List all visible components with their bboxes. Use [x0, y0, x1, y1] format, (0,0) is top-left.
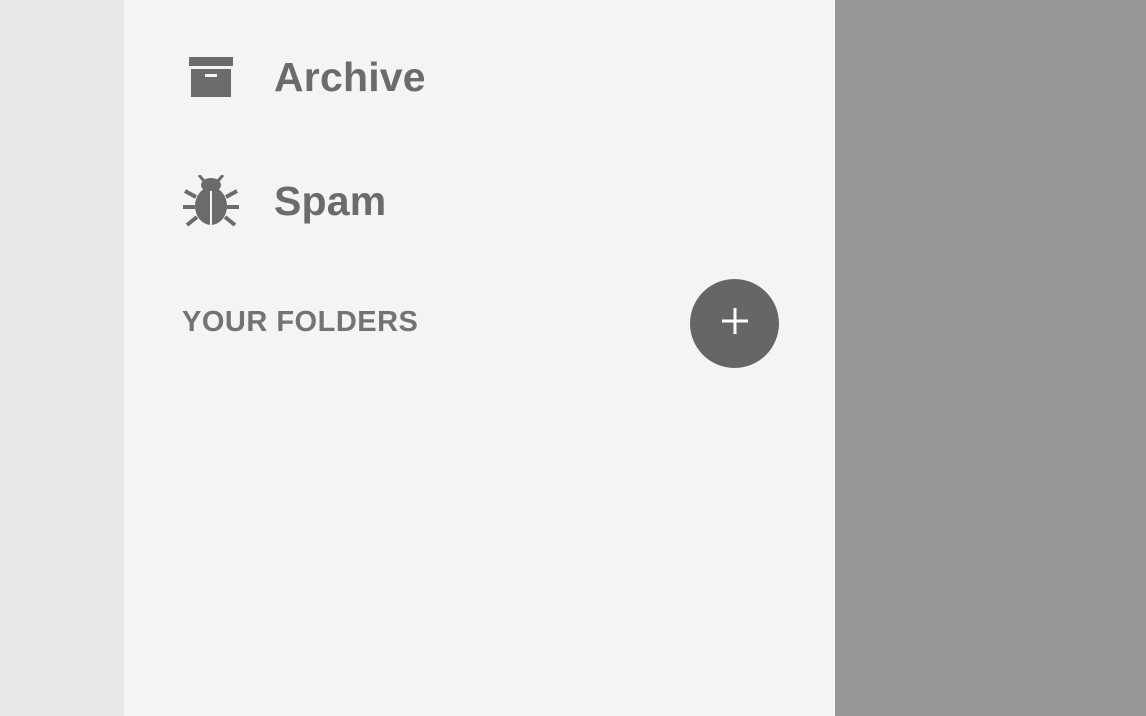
your-folders-header: YOUR FOLDERS — [182, 306, 419, 338]
nav-item-archive[interactable]: Archive — [124, 32, 835, 122]
nav-item-label: Archive — [274, 53, 426, 100]
add-folder-button[interactable] — [690, 279, 779, 368]
left-gutter — [0, 0, 124, 716]
archive-icon — [182, 48, 240, 106]
nav-item-label: Spam — [274, 177, 387, 224]
nav-item-spam[interactable]: Spam — [124, 156, 835, 246]
plus-icon — [720, 306, 750, 341]
drawer-scrim[interactable] — [835, 0, 1146, 716]
screen: Archive Spam YOUR FOLDERS — [0, 0, 1146, 716]
navigation-drawer: Archive Spam YOUR FOLDERS — [124, 0, 835, 716]
bug-icon — [182, 172, 240, 230]
